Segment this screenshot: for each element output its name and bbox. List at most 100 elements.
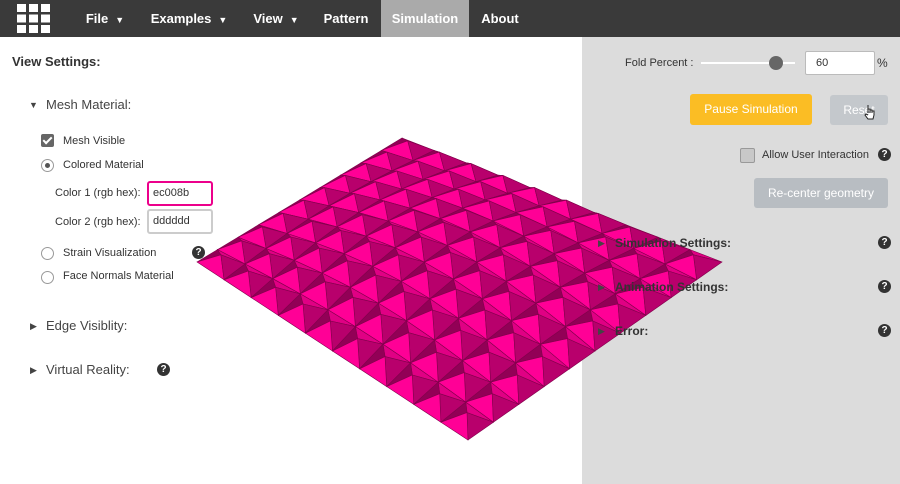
help-icon[interactable]: ?: [192, 246, 205, 259]
nav-menu-pattern[interactable]: Pattern: [313, 0, 379, 37]
mesh-facet: [377, 302, 407, 321]
mesh-facet: [502, 174, 531, 194]
mesh-facet: [311, 220, 338, 244]
mesh-facet: [349, 274, 379, 304]
mesh-facet: [380, 140, 414, 161]
mesh-facet: [370, 170, 403, 190]
mesh-facet: [437, 372, 467, 403]
colored-material-radio[interactable]: [41, 159, 54, 172]
mesh-facet: [380, 314, 408, 345]
mesh-facet: [324, 281, 351, 311]
color1-input[interactable]: ec008b: [147, 181, 213, 206]
mesh-facet: [394, 236, 425, 263]
mesh-facet: [299, 187, 325, 201]
mesh-facet: [265, 236, 295, 261]
simulation-settings-heading[interactable]: Simulation Settings:: [615, 236, 731, 250]
mesh-facet: [386, 151, 414, 172]
mesh-facet: [395, 231, 422, 249]
mesh-facet: [408, 332, 436, 364]
animation-settings-heading[interactable]: Animation Settings:: [615, 280, 728, 294]
allow-interaction-checkbox[interactable]: [740, 148, 755, 163]
nav-menu-view[interactable]: View ▼: [240, 0, 312, 37]
mesh-facet: [406, 298, 433, 321]
nav-menu-about[interactable]: About: [470, 0, 530, 37]
mesh-facet: [476, 254, 507, 282]
help-icon[interactable]: ?: [878, 148, 891, 161]
mesh-facet: [336, 226, 367, 237]
pause-simulation-button[interactable]: Pause Simulation: [690, 94, 812, 125]
mesh-facet: [383, 200, 411, 222]
mesh-facet: [554, 242, 583, 254]
mesh-facet: [379, 188, 411, 209]
mesh-facet: [357, 200, 389, 222]
nav-menu-examples[interactable]: Examples ▼: [139, 0, 239, 37]
mesh-facet: [503, 254, 531, 282]
mesh-facet: [550, 229, 579, 255]
mesh-facet: [438, 151, 467, 172]
mesh-facet: [523, 235, 555, 254]
mesh-facet: [458, 317, 488, 341]
mesh-facet: [429, 288, 459, 320]
mesh-facet: [529, 260, 561, 288]
help-icon[interactable]: ?: [878, 236, 891, 249]
mesh-facet: [372, 265, 402, 282]
fold-percent-input[interactable]: 60: [805, 51, 875, 75]
nav-label: Simulation: [391, 11, 459, 26]
mesh-facet: [482, 280, 510, 300]
mesh-facet: [499, 241, 531, 267]
mesh-facet: [553, 247, 586, 274]
mesh-facet: [511, 302, 539, 321]
mesh-facet: [424, 245, 451, 263]
mesh-facet: [453, 261, 481, 280]
strain-visualization-radio[interactable]: [41, 247, 54, 260]
caret-right-icon[interactable]: ▶: [30, 321, 37, 332]
mesh-material-heading[interactable]: Mesh Material:: [46, 97, 131, 112]
caret-right-icon[interactable]: ▶: [598, 238, 605, 249]
mesh-facet: [484, 199, 517, 213]
nav-menu-simulation[interactable]: Simulation: [381, 0, 469, 37]
mesh-facet: [321, 260, 351, 288]
caret-down-icon[interactable]: ▼: [29, 100, 38, 110]
recenter-geometry-button[interactable]: Re-center geometry: [754, 178, 888, 208]
mesh-facet: [401, 261, 428, 282]
mesh-facet: [332, 325, 358, 352]
help-icon[interactable]: ?: [878, 280, 891, 293]
mesh-facet: [354, 325, 384, 345]
mesh-facet: [530, 253, 558, 267]
mesh-facet: [278, 212, 309, 220]
face-normals-radio[interactable]: [41, 271, 54, 284]
colored-material-label: Colored Material: [63, 159, 144, 171]
mesh-facet: [314, 230, 345, 255]
nav-menu-file[interactable]: File ▼: [72, 0, 138, 37]
mesh-visible-checkbox[interactable]: [41, 134, 54, 147]
mesh-facet: [405, 188, 433, 209]
mesh-facet: [380, 199, 411, 209]
color2-input[interactable]: dddddd: [147, 209, 213, 234]
help-icon[interactable]: ?: [878, 324, 891, 337]
mesh-facet: [377, 291, 407, 322]
grid-logo-icon[interactable]: [17, 4, 50, 33]
help-icon[interactable]: ?: [157, 363, 170, 376]
mesh-facet: [275, 286, 301, 317]
mesh-facet: [486, 332, 516, 364]
mesh-facet: [409, 207, 441, 219]
mesh-facet: [244, 248, 270, 265]
mesh-facet: [349, 193, 381, 201]
mesh-facet: [416, 231, 448, 246]
mesh-facet: [343, 241, 374, 267]
caret-right-icon[interactable]: ▶: [598, 326, 605, 337]
mesh-facet: [244, 263, 273, 279]
caret-right-icon[interactable]: ▶: [30, 365, 37, 376]
reset-button[interactable]: Reset: [830, 95, 888, 125]
color2-label: Color 2 (rgb hex):: [55, 216, 141, 228]
mesh-facet: [433, 150, 467, 164]
color1-label: Color 1 (rgb hex):: [55, 187, 141, 199]
mesh-facet: [469, 224, 501, 249]
edge-visibility-heading[interactable]: Edge Visiblity:: [46, 318, 127, 333]
mesh-facet: [540, 326, 568, 345]
mesh-facet: [319, 174, 351, 194]
mesh-facet: [360, 162, 393, 172]
error-heading[interactable]: Error:: [615, 324, 648, 338]
caret-right-icon[interactable]: ▶: [598, 282, 605, 293]
virtual-reality-heading[interactable]: Virtual Reality:: [46, 362, 130, 377]
